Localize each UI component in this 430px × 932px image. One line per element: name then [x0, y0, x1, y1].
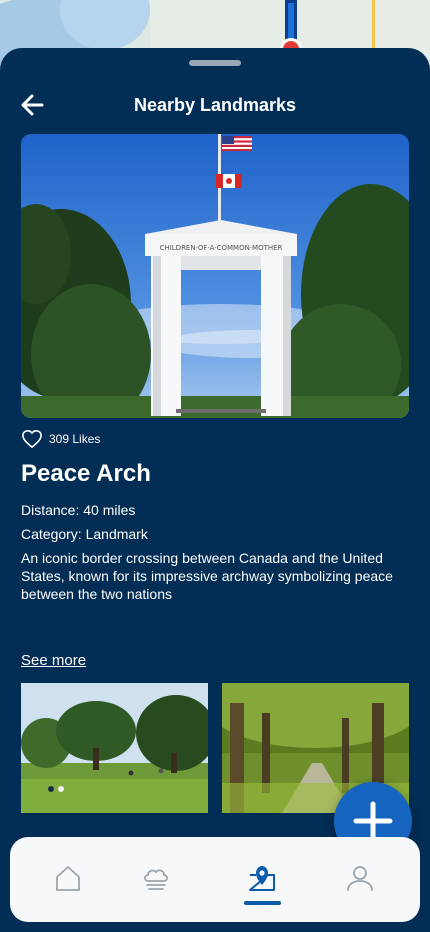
sheet-header: Nearby Landmarks [0, 88, 430, 124]
tab-home[interactable] [53, 863, 83, 893]
see-more-link[interactable]: See more [21, 652, 86, 669]
landmark-distance: Distance: 40 miles [21, 502, 136, 518]
home-icon [56, 866, 80, 891]
bottom-tab-bar [10, 837, 420, 922]
landmark-name: Peace Arch [21, 460, 151, 487]
gallery-thumbnail[interactable] [21, 683, 208, 813]
landmark-category: Category: Landmark [21, 526, 148, 542]
tab-weather[interactable] [141, 863, 171, 893]
tab-map[interactable] [247, 863, 277, 893]
page-title: Nearby Landmarks [133, 95, 297, 115]
tab-profile[interactable] [345, 863, 375, 893]
user-icon [347, 866, 373, 891]
map-pin-icon [249, 866, 275, 891]
landmark-description: An iconic border crossing between Canada… [21, 550, 393, 602]
heart-icon[interactable] [21, 429, 43, 449]
sheet-drag-handle[interactable] [189, 60, 241, 66]
active-tab-indicator [244, 901, 281, 905]
landmarks-bottom-sheet: Nearby Landmarks CHILDREN·OF·A·COMMON·MO… [0, 48, 430, 932]
cloud-icon [144, 869, 168, 890]
landmark-hero-image[interactable]: CHILDREN·OF·A·COMMON·MOTHER [21, 134, 409, 418]
arch-inscription: CHILDREN·OF·A·COMMON·MOTHER [160, 244, 283, 252]
likes-count: 309 Likes [49, 432, 101, 446]
likes-row: 309 Likes [21, 428, 100, 450]
